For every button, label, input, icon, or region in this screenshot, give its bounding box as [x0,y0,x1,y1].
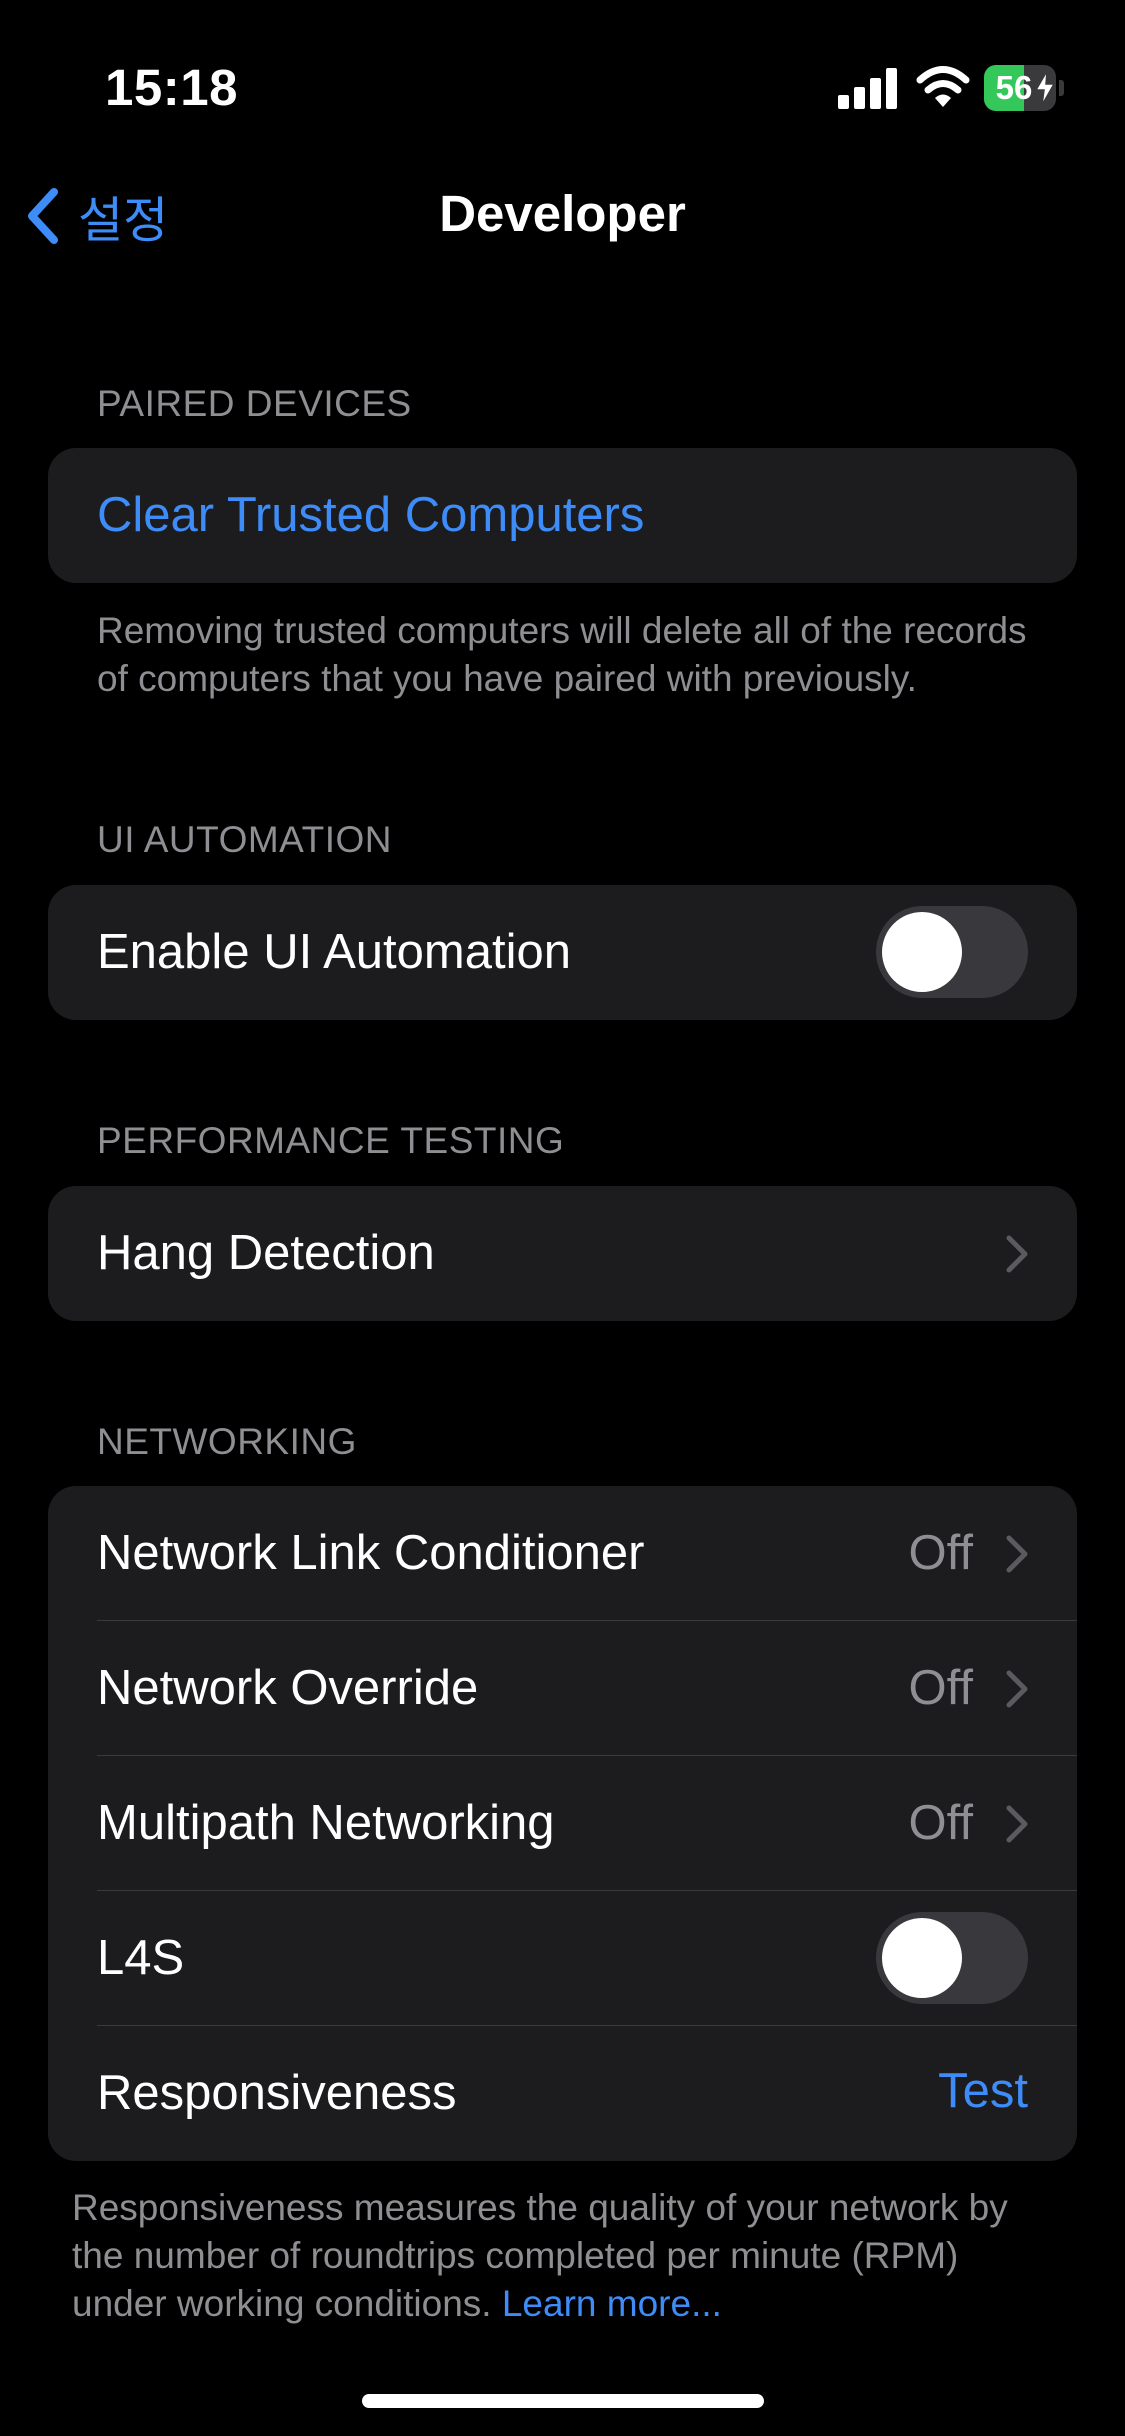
clear-trusted-computers-label: Clear Trusted Computers [97,488,645,542]
chevron-right-icon [1006,1535,1028,1573]
enable-ui-automation-label: Enable UI Automation [97,925,571,979]
network-link-conditioner-value: Off [908,1526,973,1580]
enable-ui-automation-toggle[interactable] [876,906,1028,998]
status-bar: 15:18 56 [0,0,1125,150]
multipath-networking-value: Off [908,1796,973,1850]
home-indicator[interactable] [362,2394,764,2408]
page-title: Developer [439,185,686,242]
wifi-icon [916,66,970,107]
learn-more-link[interactable]: Learn more... [502,2283,722,2324]
chevron-right-icon [1006,1670,1028,1708]
clear-trusted-computers-button[interactable]: Clear Trusted Computers [48,448,1077,583]
charging-bolt-icon [1034,71,1056,105]
battery-icon: 56 [984,65,1064,111]
battery-cap [1059,80,1064,96]
hang-detection-row[interactable]: Hang Detection [48,1186,1077,1321]
network-link-conditioner-label: Network Link Conditioner [97,1526,645,1580]
performance-testing-group: Hang Detection [48,1186,1077,1321]
chevron-right-icon [1006,1235,1028,1273]
paired-devices-group: Clear Trusted Computers [48,448,1077,583]
toggle-knob [882,912,962,992]
networking-footer: Responsiveness measures the quality of y… [72,2184,1062,2328]
section-header-performance-testing: PERFORMANCE TESTING [97,1120,565,1161]
ui-automation-group: Enable UI Automation [48,885,1077,1020]
responsiveness-test-button[interactable]: Test [938,2026,1028,2157]
section-header-paired-devices: PAIRED DEVICES [97,383,412,424]
status-time: 15:18 [105,59,238,116]
network-override-row[interactable]: Network Override Off [48,1621,1077,1756]
hang-detection-label: Hang Detection [97,1226,435,1280]
l4s-toggle[interactable] [876,1912,1028,2004]
responsiveness-label: Responsiveness [97,2066,457,2120]
networking-group: Network Link Conditioner Off Network Ove… [48,1486,1077,2161]
network-link-conditioner-row[interactable]: Network Link Conditioner Off [48,1486,1077,1621]
paired-devices-footer: Removing trusted computers will delete a… [97,610,1027,699]
section-header-networking: NETWORKING [97,1421,357,1462]
responsiveness-row: Responsiveness Test [48,2026,1077,2161]
section-header-ui-automation: UI AUTOMATION [97,819,392,860]
toggle-knob [882,1918,962,1998]
l4s-row: L4S [48,1891,1077,2026]
multipath-networking-label: Multipath Networking [97,1796,555,1850]
multipath-networking-row[interactable]: Multipath Networking Off [48,1756,1077,1891]
l4s-label: L4S [97,1931,185,1985]
signal-icon [838,68,897,109]
network-override-label: Network Override [97,1661,479,1715]
network-override-value: Off [908,1661,973,1715]
enable-ui-automation-row: Enable UI Automation [48,885,1077,1020]
chevron-right-icon [1006,1805,1028,1843]
